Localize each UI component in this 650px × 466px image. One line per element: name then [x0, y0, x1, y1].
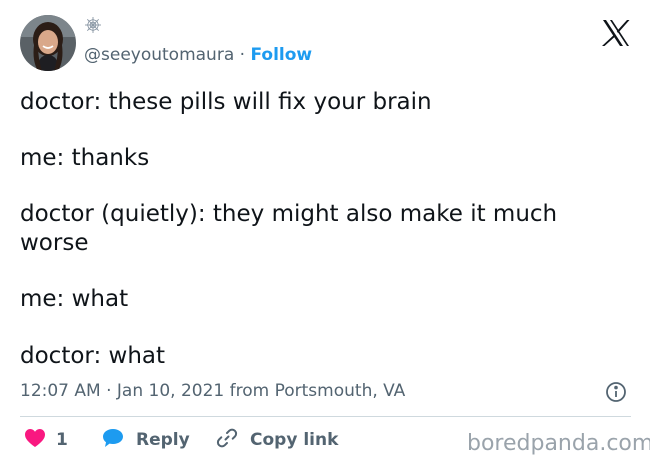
copy-link-button[interactable]: Copy link: [216, 428, 338, 452]
user-handle[interactable]: @seeyoutomaura: [84, 45, 234, 65]
tweet-card: @seeyoutomaura · Follow doctor: these pi…: [0, 0, 650, 466]
follow-button[interactable]: Follow: [250, 45, 312, 65]
speech-bubble-icon: [102, 428, 124, 452]
tweet-meta: 12:07 AM · Jan 10, 2021 from Portsmouth,…: [20, 380, 405, 402]
tweet-text-line: me: what: [20, 286, 129, 312]
reply-button[interactable]: Reply: [102, 428, 190, 452]
like-button[interactable]: 1: [24, 428, 68, 452]
heart-icon: [24, 428, 46, 452]
tweet-text-line: me: thanks: [20, 145, 150, 171]
tweet-text-line: doctor: what: [20, 343, 166, 369]
like-count: 1: [56, 430, 68, 450]
tweet-date[interactable]: Jan 10, 2021: [117, 381, 224, 401]
watermark-text: boredpanda.com: [467, 431, 650, 456]
tweet-text-line: worse: [20, 230, 89, 256]
tweet-text-line: doctor: these pills will fix your brain: [20, 89, 432, 115]
info-icon[interactable]: [605, 381, 627, 403]
meta-separator: ·: [100, 381, 117, 401]
tweet-location: from Portsmouth, VA: [224, 381, 406, 401]
tweet-text-line: doctor (quietly): they might also make i…: [20, 201, 558, 227]
user-row: @seeyoutomaura · Follow: [84, 44, 312, 66]
copy-link-label: Copy link: [250, 430, 339, 450]
spiderweb-icon: [84, 16, 102, 34]
link-icon: [216, 427, 238, 453]
tweet-time[interactable]: 12:07 AM: [20, 381, 101, 401]
avatar[interactable]: [20, 15, 76, 71]
divider: [20, 416, 631, 417]
handle-separator: ·: [234, 45, 251, 65]
x-logo-icon[interactable]: [601, 19, 631, 47]
reply-label: Reply: [136, 430, 190, 450]
